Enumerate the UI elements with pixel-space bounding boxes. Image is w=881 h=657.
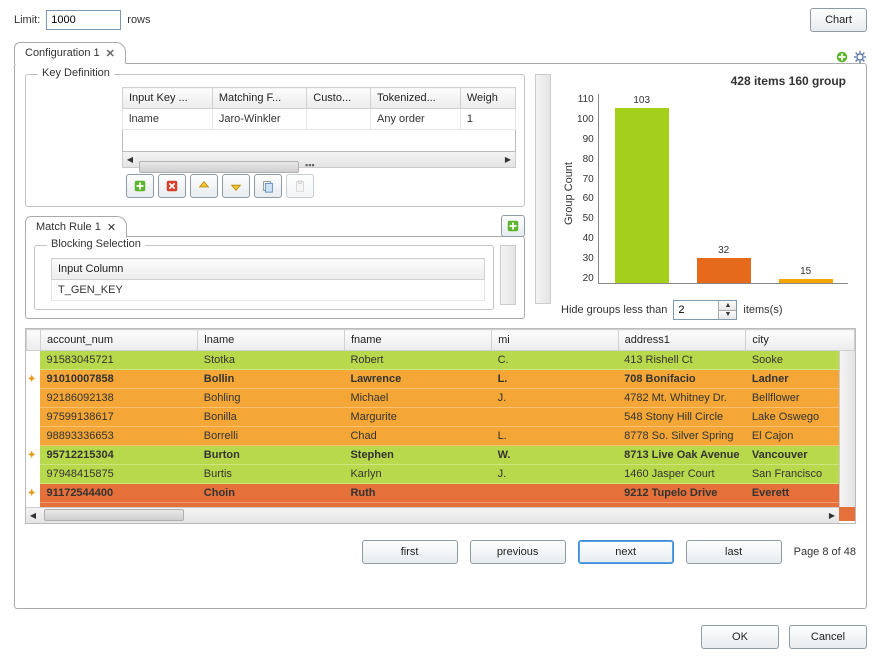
table-row[interactable]: lname Jaro-Winkler Any order 1 — [123, 109, 516, 130]
add-button[interactable] — [126, 174, 154, 198]
tab-label: Match Rule 1 — [36, 221, 101, 233]
col-mi[interactable]: mi — [492, 330, 619, 351]
chart-button[interactable]: Chart — [810, 8, 867, 32]
col-input-key[interactable]: Input Key ... — [123, 88, 213, 109]
close-icon[interactable]: ✕ — [107, 221, 116, 234]
ok-button[interactable]: OK — [701, 625, 779, 649]
chart-title: 428 items 160 group — [561, 74, 856, 94]
items-suffix: items(s) — [743, 304, 782, 316]
hide-groups-input[interactable] — [674, 301, 718, 319]
table-row[interactable]: 97599138617BonillaMargurite548 Stony Hil… — [27, 408, 855, 427]
delete-button[interactable] — [158, 174, 186, 198]
col-custom[interactable]: Custo... — [307, 88, 371, 109]
key-definition-section: Key Definition Input Key ... Matching F.… — [25, 74, 525, 207]
key-definition-table: Input Key ... Matching F... Custo... Tok… — [122, 87, 516, 130]
section-title: Blocking Selection — [47, 238, 145, 250]
chart-bar — [615, 108, 669, 283]
col-lname[interactable]: lname — [198, 330, 345, 351]
previous-button[interactable]: previous — [470, 540, 566, 564]
chart-bar — [697, 258, 751, 283]
spinner-up-icon[interactable]: ▲ — [719, 301, 736, 311]
col-matching-func[interactable]: Matching F... — [212, 88, 306, 109]
table-row[interactable]: T_GEN_KEY — [52, 280, 485, 301]
bar-value-label: 103 — [615, 95, 669, 106]
y-axis-label: Group Count — [561, 94, 577, 294]
add-icon[interactable] — [835, 50, 849, 64]
results-table: account_numlnamefnamemiaddress1city 9158… — [26, 329, 855, 521]
col-tokenized[interactable]: Tokenized... — [371, 88, 461, 109]
rows-suffix: rows — [127, 14, 150, 26]
match-rule-container: Match Rule 1 ✕ Blocking Selection In — [25, 215, 525, 319]
next-button[interactable]: next — [578, 540, 674, 564]
group-marker-icon: ✦ — [28, 450, 36, 461]
results-table-container: account_numlnamefnamemiaddress1city 9158… — [25, 328, 856, 524]
h-scrollbar[interactable]: ◀ ▶ — [26, 507, 839, 523]
v-scrollbar[interactable] — [535, 74, 551, 304]
col-account_num[interactable]: account_num — [40, 330, 197, 351]
table-row[interactable]: 91583045721StotkaRobertC.413 Rishell CtS… — [27, 351, 855, 370]
table-row[interactable]: 97948415875BurtisKarlynJ.1460 Jasper Cou… — [27, 465, 855, 484]
paste-button[interactable] — [286, 174, 314, 198]
group-count-chart: Group Count 1101009080706050403020 103 32… — [561, 94, 856, 294]
page-indicator: Page 8 of 48 — [794, 546, 856, 558]
col-address1[interactable]: address1 — [618, 330, 746, 351]
blocking-table: Input Column T_GEN_KEY — [51, 258, 485, 301]
col-fname[interactable]: fname — [344, 330, 491, 351]
move-up-button[interactable] — [190, 174, 218, 198]
group-marker-icon: ✦ — [28, 374, 36, 385]
hide-groups-spinner[interactable]: ▲▼ — [673, 300, 737, 320]
table-row[interactable]: 98893336653BorrelliChadL.8778 So. Silver… — [27, 427, 855, 446]
close-icon[interactable]: ✕ — [106, 47, 115, 60]
table-row[interactable]: ✦95712215304BurtonStephenW.8713 Live Oak… — [27, 446, 855, 465]
tab-match-rule-1[interactable]: Match Rule 1 ✕ — [25, 216, 127, 238]
add-match-rule-button[interactable] — [501, 215, 525, 237]
h-scrollbar[interactable]: ◀ ▪▪▪ ▶ — [122, 152, 516, 168]
col-input-column[interactable]: Input Column — [52, 259, 485, 280]
table-row[interactable]: ✦91010007858BollinLawrenceL.708 Bonifaci… — [27, 370, 855, 389]
v-scrollbar[interactable] — [839, 351, 855, 507]
y-axis-ticks: 1101009080706050403020 — [577, 94, 598, 284]
col-weight[interactable]: Weigh — [460, 88, 515, 109]
tab-configuration-1[interactable]: Configuration 1 ✕ — [14, 42, 126, 64]
last-button[interactable]: last — [686, 540, 782, 564]
copy-button[interactable] — [254, 174, 282, 198]
hide-groups-label: Hide groups less than — [561, 304, 667, 316]
spinner-down-icon[interactable]: ▼ — [719, 311, 736, 320]
bar-value-label: 32 — [697, 245, 751, 256]
col-city[interactable]: city — [746, 330, 855, 351]
gear-icon[interactable] — [853, 50, 867, 64]
tab-label: Configuration 1 — [25, 47, 100, 59]
blocking-selection-section: Blocking Selection Input Column T_GEN_KE… — [34, 245, 494, 310]
v-scrollbar[interactable] — [500, 245, 516, 305]
limit-label: Limit: — [14, 14, 40, 26]
group-marker-icon: ✦ — [28, 488, 36, 499]
chart-bar — [779, 279, 833, 283]
move-down-button[interactable] — [222, 174, 250, 198]
section-title: Key Definition — [38, 67, 114, 79]
first-button[interactable]: first — [362, 540, 458, 564]
cancel-button[interactable]: Cancel — [789, 625, 867, 649]
bar-value-label: 15 — [779, 266, 833, 277]
table-row[interactable]: ✦91172544400ChoinRuth9212 Tupelo DriveEv… — [27, 484, 855, 503]
limit-input[interactable] — [46, 10, 121, 30]
table-row[interactable]: 92186092138BohlingMichaelJ.4782 Mt. Whit… — [27, 389, 855, 408]
